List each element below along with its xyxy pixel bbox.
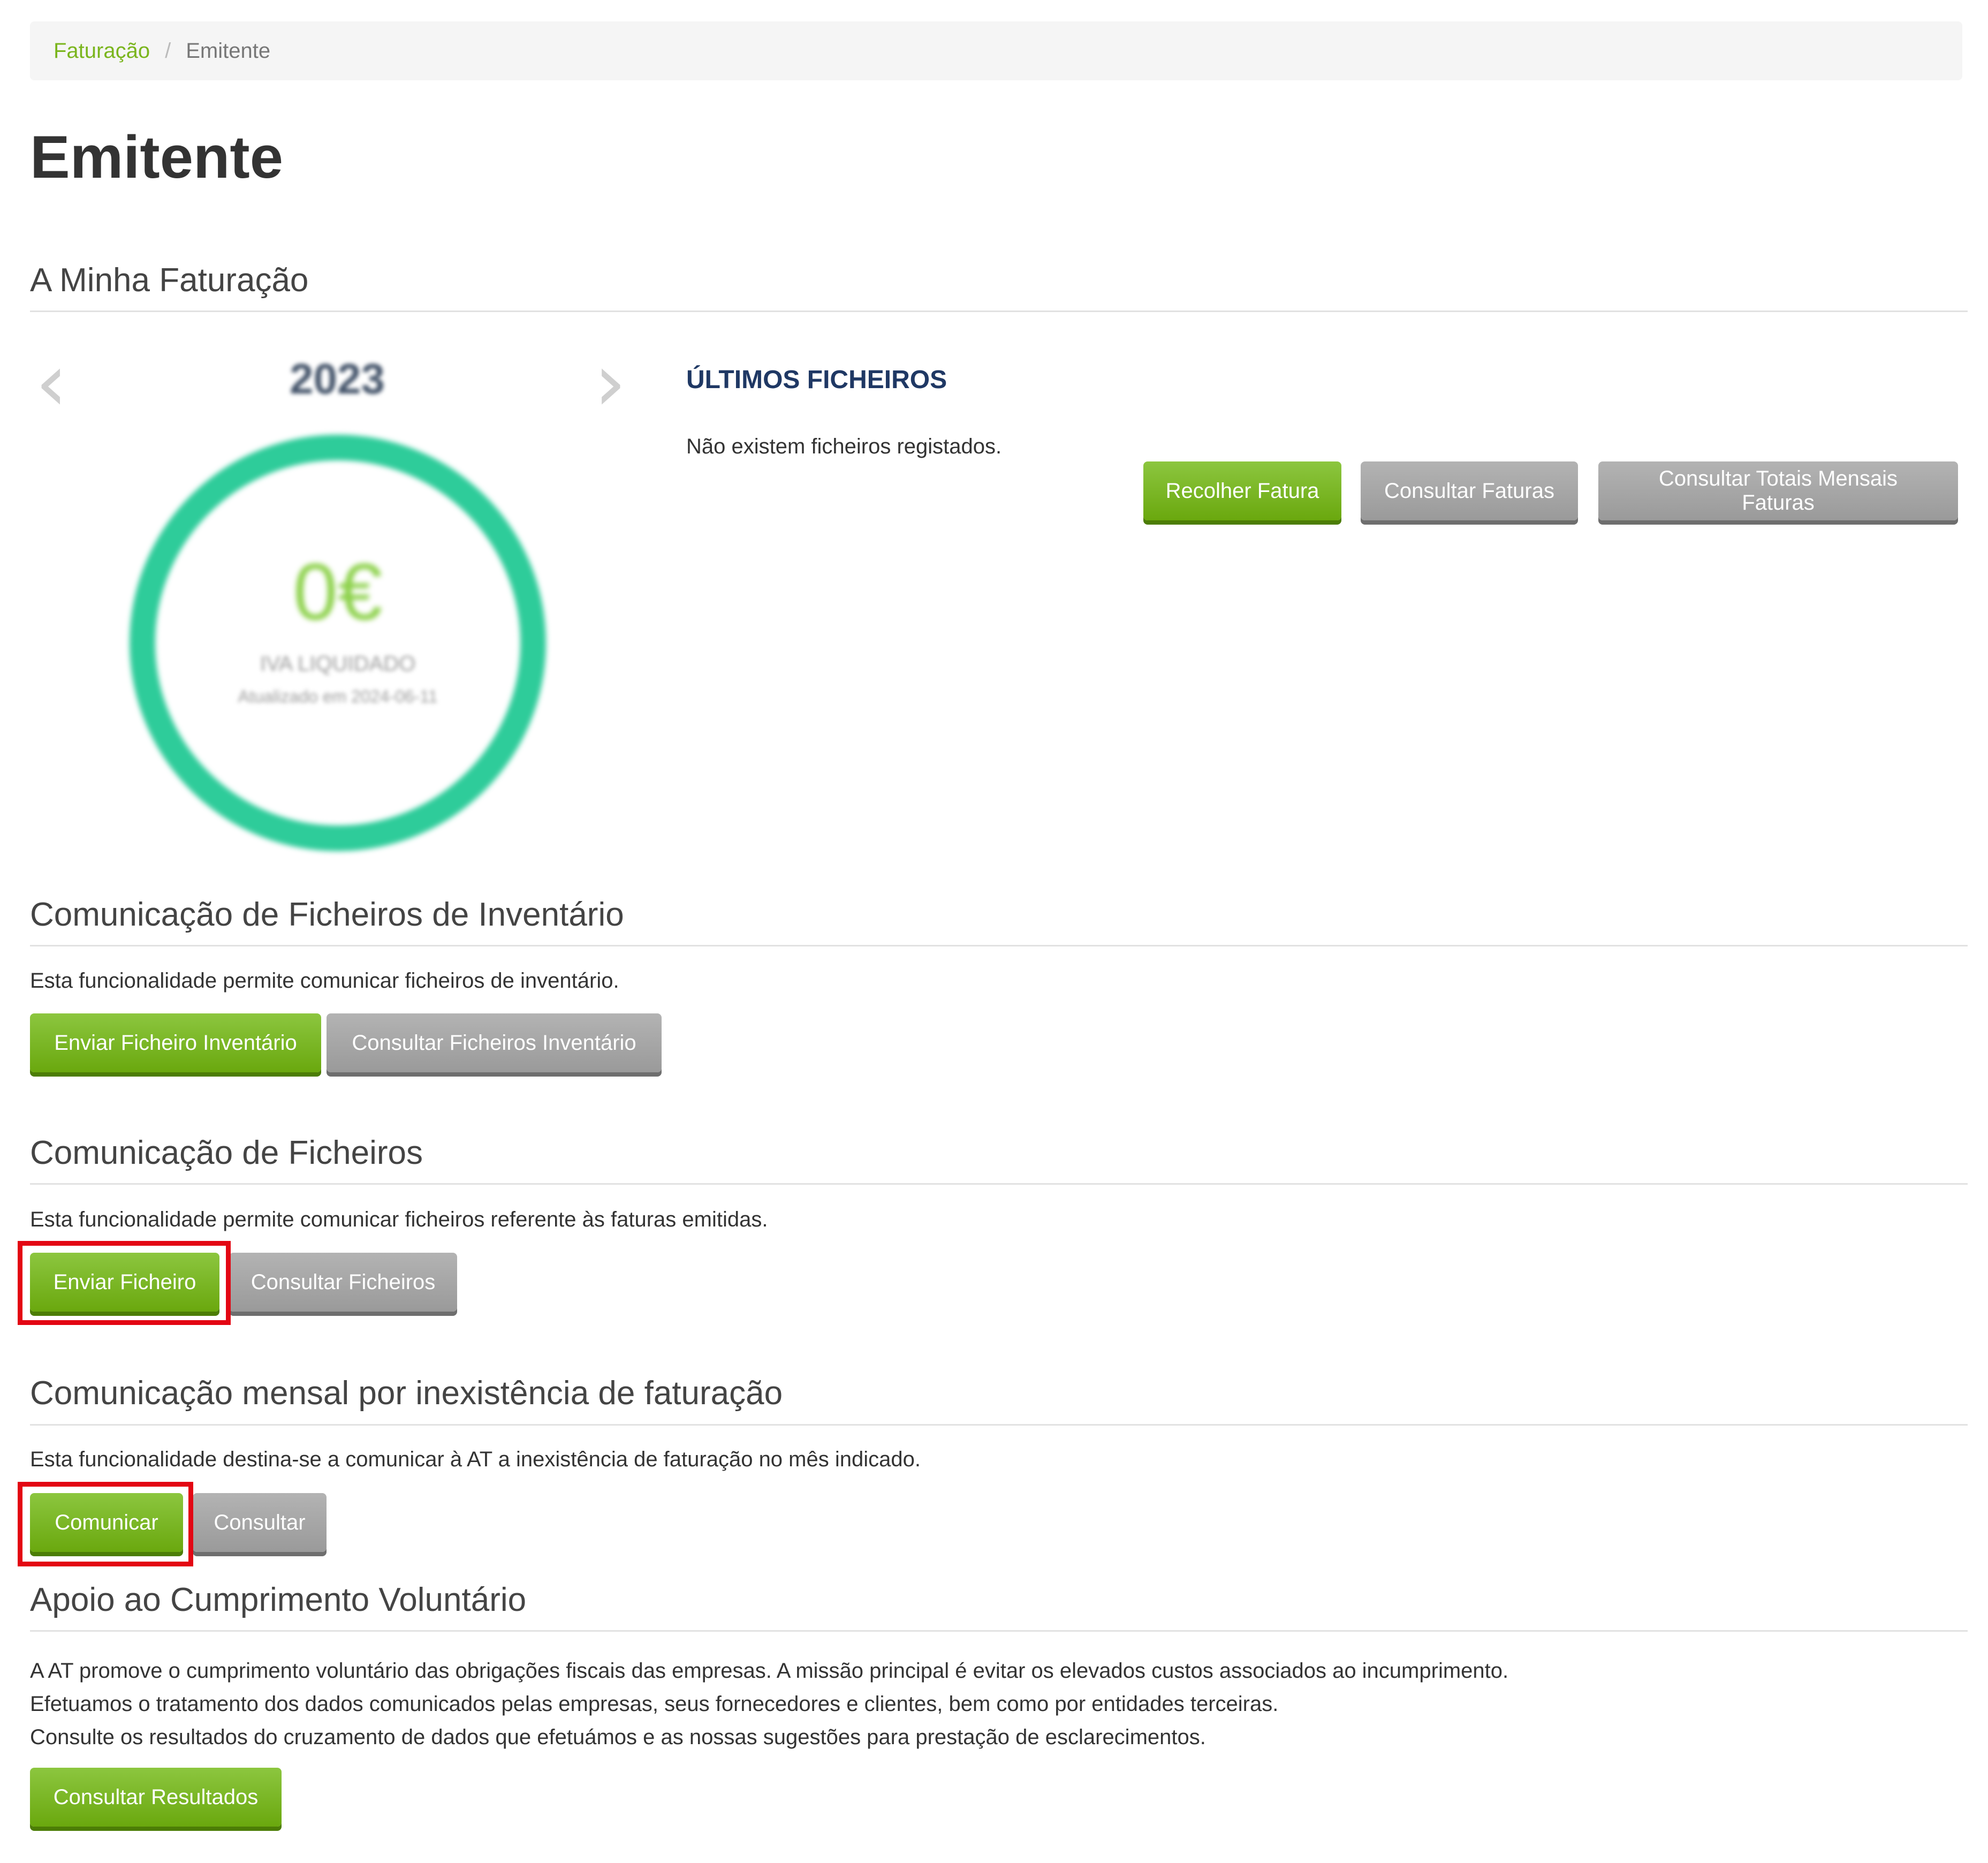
apoio-line: Consulte os resultados do cruzamento de … bbox=[30, 1725, 1206, 1749]
section-title-inventario: Comunicação de Ficheiros de Inventário bbox=[30, 896, 624, 933]
chevron-right-icon[interactable]: › bbox=[594, 343, 626, 423]
chevron-left-icon[interactable]: ‹ bbox=[35, 343, 67, 423]
section-divider bbox=[30, 1630, 1968, 1632]
page-title: Emitente bbox=[30, 124, 283, 191]
breadcrumb-current: Emitente bbox=[186, 39, 271, 63]
consultar-ficheiros-button[interactable]: Consultar Ficheiros bbox=[229, 1253, 457, 1312]
iva-ring-chart bbox=[130, 435, 546, 851]
breadcrumb-link-faturacao[interactable]: Faturação bbox=[54, 39, 150, 63]
section-title-ficheiros: Comunicação de Ficheiros bbox=[30, 1134, 423, 1171]
ultimos-ficheiros-empty: Não existem ficheiros registados. bbox=[686, 435, 1002, 458]
consultar-resultados-button[interactable]: Consultar Resultados bbox=[30, 1768, 282, 1827]
breadcrumb-separator: / bbox=[165, 39, 171, 63]
consultar-faturas-button[interactable]: Consultar Faturas bbox=[1361, 461, 1578, 520]
section-divider bbox=[30, 945, 1968, 946]
apoio-line: A AT promove o cumprimento voluntário da… bbox=[30, 1659, 1509, 1683]
iva-value: 0€ bbox=[293, 547, 383, 637]
section-divider bbox=[30, 1183, 1968, 1185]
consultar-totais-mensais-button[interactable]: Consultar Totais Mensais Faturas bbox=[1598, 461, 1958, 520]
section-title-minha-faturacao: A Minha Faturação bbox=[30, 262, 309, 299]
section-divider bbox=[30, 310, 1968, 312]
apoio-description: A AT promove o cumprimento voluntário da… bbox=[30, 1654, 1508, 1754]
highlight-box-enviar-ficheiro bbox=[18, 1241, 231, 1325]
highlight-box-comunicar bbox=[18, 1482, 193, 1566]
iva-label: IVA LIQUIDADO bbox=[260, 652, 416, 676]
iva-updated: Atualizado em 2024-06-11 bbox=[238, 687, 438, 706]
section-title-apoio: Apoio ao Cumprimento Voluntário bbox=[30, 1581, 527, 1618]
section-divider bbox=[30, 1424, 1968, 1426]
section-title-inexistencia: Comunicação mensal por inexistência de f… bbox=[30, 1375, 783, 1412]
recolher-fatura-button[interactable]: Recolher Fatura bbox=[1143, 461, 1341, 520]
consultar-ficheiros-inventario-button[interactable]: Consultar Ficheiros Inventário bbox=[327, 1013, 662, 1072]
apoio-line: Efetuamos o tratamento dos dados comunic… bbox=[30, 1692, 1279, 1716]
year-label: 2023 bbox=[290, 355, 385, 403]
consultar-button[interactable]: Consultar bbox=[193, 1493, 327, 1552]
ultimos-ficheiros-heading: ÚLTIMOS FICHEIROS bbox=[686, 366, 947, 394]
enviar-ficheiro-inventario-button[interactable]: Enviar Ficheiro Inventário bbox=[30, 1013, 321, 1072]
ficheiros-description: Esta funcionalidade permite comunicar fi… bbox=[30, 1208, 768, 1231]
breadcrumb: Faturação / Emitente bbox=[30, 21, 1962, 80]
inexistencia-description: Esta funcionalidade destina-se a comunic… bbox=[30, 1448, 921, 1471]
inventario-description: Esta funcionalidade permite comunicar fi… bbox=[30, 969, 619, 993]
